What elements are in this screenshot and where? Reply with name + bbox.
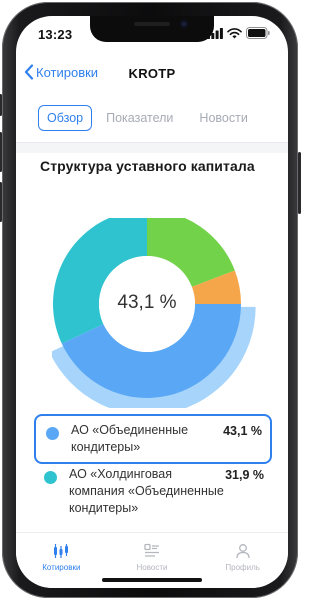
page-title: KROTP — [128, 66, 176, 81]
legend-percent: 43,1 % — [223, 424, 262, 438]
profile-icon — [236, 544, 250, 559]
donut-chart: 43,1 % — [49, 210, 262, 415]
volume-up-button — [0, 132, 2, 172]
tabbar-item-quotes[interactable]: Котировки — [16, 533, 107, 588]
legend-name: АО «Холдинговая компания «Объединенные к… — [69, 467, 224, 515]
donut-center-label: 43,1 % — [117, 292, 177, 313]
legend-item-ao-ok[interactable]: АО «Объединенные кондитеры» 43,1 % — [34, 414, 272, 464]
tabbar-label: Котировки — [42, 563, 81, 572]
legend-item-holding[interactable]: АО «Холдинговая компания «Объединенные к… — [34, 462, 272, 521]
status-icons — [207, 27, 270, 39]
section-separator — [16, 143, 288, 153]
section-title: Структура уставного капитала — [40, 158, 255, 174]
front-camera — [180, 20, 188, 28]
status-time: 13:23 — [38, 27, 73, 42]
speaker-grille — [134, 22, 170, 26]
nav-bar: Котировки KROTP — [16, 60, 288, 88]
notch — [90, 16, 214, 42]
battery-icon — [246, 27, 270, 39]
wifi-icon — [227, 27, 242, 38]
tab-news[interactable]: Новости — [199, 111, 247, 125]
mute-switch — [0, 94, 2, 116]
news-icon — [144, 543, 159, 557]
tab-overview[interactable]: Обзор — [38, 105, 93, 131]
segment-tabs: Обзор Показатели Новости — [38, 94, 288, 142]
legend-name: АО «Объединенные кондитеры» — [71, 423, 189, 454]
quotes-icon — [54, 544, 69, 558]
home-indicator — [102, 578, 202, 582]
phone-frame: 13:23 Котировки KROTP Обзор Показатели Н… — [0, 2, 301, 598]
screen: 13:23 Котировки KROTP Обзор Показатели Н… — [16, 16, 288, 588]
tabbar-label: Новости — [136, 563, 168, 572]
power-button — [298, 152, 301, 214]
tabbar-label: Профиль — [225, 563, 260, 572]
legend-percent: 31,9 % — [225, 468, 264, 482]
tab-indicators[interactable]: Показатели — [106, 111, 173, 125]
legend-dot — [44, 471, 57, 484]
legend-dot — [46, 427, 59, 440]
volume-down-button — [0, 182, 2, 222]
tabbar-item-profile[interactable]: Профиль — [197, 533, 288, 588]
